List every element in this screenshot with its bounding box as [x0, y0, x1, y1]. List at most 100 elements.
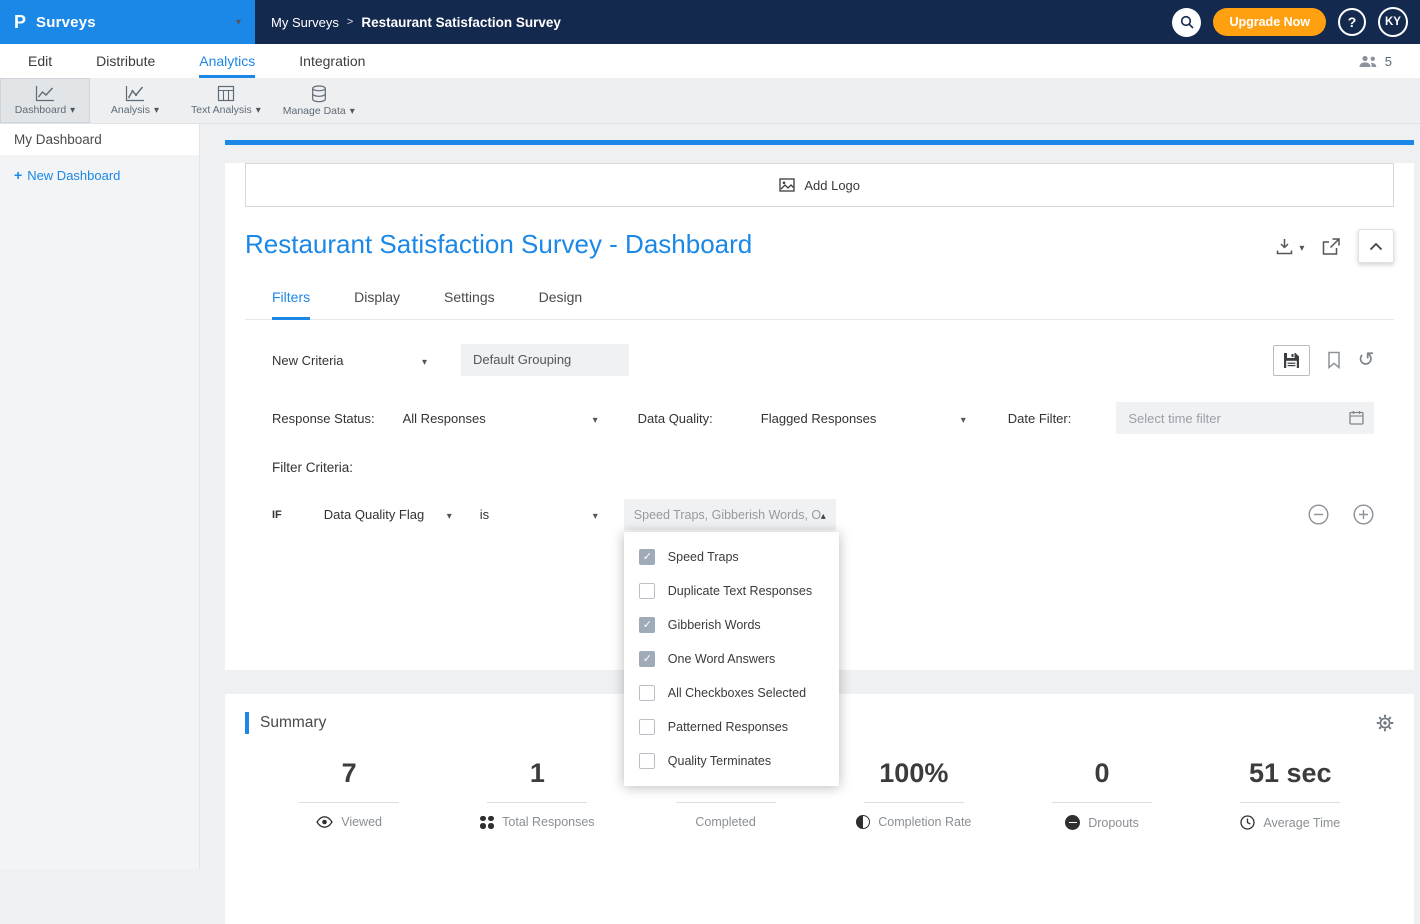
help-button[interactable]: ? — [1338, 8, 1366, 36]
condition-operator-select[interactable]: is — [480, 507, 598, 522]
completion-rate-icon — [856, 815, 870, 829]
nav-item-distribute[interactable]: Distribute — [96, 44, 155, 78]
collaborators[interactable]: 5 — [1358, 44, 1392, 78]
toolbar-item-text-analysis[interactable]: Text Analysis — [180, 78, 272, 123]
flag-option-speed-traps[interactable]: Speed Traps — [624, 540, 839, 574]
condition-operator-value: is — [480, 507, 489, 522]
brand-name: Surveys — [36, 14, 96, 31]
dashboard-tabs: Filters Display Settings Design — [245, 281, 1394, 320]
data-quality-select[interactable]: Flagged Responses — [761, 411, 966, 426]
stat-total-responses: 1 Total Responses — [443, 758, 631, 830]
criteria-row: New Criteria Default Grouping ↺ — [272, 344, 1374, 376]
chevron-down-icon — [422, 353, 427, 368]
question-mark-icon: ? — [1348, 14, 1357, 30]
chevron-down-icon — [593, 411, 598, 426]
upgrade-now-button[interactable]: Upgrade Now — [1213, 8, 1326, 36]
topbar-actions: Upgrade Now ? KY — [1172, 7, 1420, 37]
plus-circle-icon — [1353, 504, 1374, 525]
database-icon — [311, 85, 327, 103]
criteria-actions: ↺ — [1273, 345, 1375, 376]
checkbox[interactable] — [639, 617, 655, 633]
flag-option-gibberish-words[interactable]: Gibberish Words — [624, 608, 839, 642]
toolbar-item-label: Text Analysis — [191, 104, 252, 116]
breadcrumb: My Surveys > Restaurant Satisfaction Sur… — [271, 15, 561, 30]
nav-item-label: Analytics — [199, 53, 255, 69]
checkbox[interactable] — [639, 549, 655, 565]
condition-field-select[interactable]: Data Quality Flag — [324, 507, 452, 522]
tab-label: Display — [354, 289, 400, 305]
dashboard-sidebar: My Dashboard New Dashboard — [0, 124, 200, 869]
flag-option-duplicate-text[interactable]: Duplicate Text Responses — [624, 574, 839, 608]
stat-value: 100% — [820, 758, 1008, 789]
product-switcher[interactable]: P Surveys — [0, 0, 255, 44]
toolbar-item-analysis[interactable]: Analysis — [90, 78, 180, 123]
nav-item-analytics[interactable]: Analytics — [199, 44, 255, 78]
surveys-logo-icon: P — [14, 12, 26, 33]
flag-option-one-word-answers[interactable]: One Word Answers — [624, 642, 839, 676]
calendar-icon[interactable] — [1349, 410, 1364, 428]
condition-row-actions — [1308, 504, 1374, 525]
flag-option-quality-terminates[interactable]: Quality Terminates — [624, 744, 839, 778]
chevron-down-icon — [593, 507, 598, 522]
add-condition-button[interactable] — [1353, 504, 1374, 525]
stat-divider — [864, 802, 964, 803]
date-filter-input[interactable] — [1116, 402, 1374, 434]
share-button[interactable] — [1322, 238, 1340, 255]
stat-label: Average Time — [1263, 816, 1340, 830]
stat-completion-rate: 100% Completion Rate — [820, 758, 1008, 830]
reset-icon[interactable]: ↺ — [1358, 350, 1375, 370]
nav-item-label: Integration — [299, 53, 365, 69]
clock-icon — [1240, 815, 1255, 830]
stat-value: 7 — [255, 758, 443, 789]
avatar[interactable]: KY — [1378, 7, 1408, 37]
checkbox[interactable] — [639, 583, 655, 599]
stat-label: Completion Rate — [878, 815, 971, 829]
bookmark-icon — [1327, 351, 1341, 369]
download-button[interactable] — [1276, 238, 1304, 255]
checkbox[interactable] — [639, 651, 655, 667]
quality-flags-value: Speed Traps, Gibberish Words, On — [634, 508, 821, 522]
new-dashboard-button[interactable]: New Dashboard — [0, 167, 199, 183]
summary-settings-button[interactable] — [1376, 714, 1394, 732]
stat-dropouts: 0 Dropouts — [1008, 758, 1196, 830]
search-button[interactable] — [1172, 8, 1201, 37]
collapse-panel-button[interactable] — [1358, 229, 1394, 263]
filter-criteria-label: Filter Criteria: — [272, 460, 1374, 475]
remove-condition-button[interactable] — [1308, 504, 1329, 525]
tab-display[interactable]: Display — [354, 281, 400, 320]
nav-item-label: Edit — [28, 53, 52, 69]
stat-divider — [1052, 802, 1152, 803]
date-filter-field — [1116, 402, 1374, 434]
toolbar-item-manage-data[interactable]: Manage Data — [272, 78, 366, 123]
tab-filters[interactable]: Filters — [272, 281, 310, 320]
gear-icon — [1376, 714, 1394, 732]
flag-option-patterned-responses[interactable]: Patterned Responses — [624, 710, 839, 744]
add-logo-label: Add Logo — [804, 178, 860, 193]
checkbox[interactable] — [639, 719, 655, 735]
sidebar-item-my-dashboard[interactable]: My Dashboard — [0, 124, 199, 155]
checkbox[interactable] — [639, 685, 655, 701]
quality-flags-multiselect[interactable]: Speed Traps, Gibberish Words, On Speed T… — [624, 499, 836, 530]
tab-settings[interactable]: Settings — [444, 281, 495, 320]
breadcrumb-my-surveys[interactable]: My Surveys — [271, 15, 339, 30]
add-logo-button[interactable]: Add Logo — [245, 163, 1394, 207]
chevron-down-icon — [447, 507, 452, 522]
nav-item-edit[interactable]: Edit — [28, 44, 52, 78]
stat-label: Completed — [695, 815, 755, 829]
flag-option-all-checkboxes[interactable]: All Checkboxes Selected — [624, 676, 839, 710]
save-criteria-button[interactable] — [1273, 345, 1310, 376]
page-title: Restaurant Satisfaction Survey - Dashboa… — [245, 229, 752, 260]
toolbar-item-dashboard[interactable]: Dashboard — [0, 78, 90, 123]
stat-value: 1 — [443, 758, 631, 789]
filter-condition-row: IF Data Quality Flag is Speed Traps, Gib… — [272, 499, 1374, 530]
response-status-select[interactable]: All Responses — [403, 411, 598, 426]
tab-design[interactable]: Design — [539, 281, 583, 320]
grouping-input[interactable]: Default Grouping — [461, 344, 629, 376]
nav-item-integration[interactable]: Integration — [299, 44, 365, 78]
download-icon — [1276, 238, 1295, 255]
criteria-select[interactable]: New Criteria — [272, 353, 427, 368]
quality-flags-dropdown: Speed Traps Duplicate Text Responses Gib… — [624, 532, 839, 786]
chevron-down-icon — [350, 105, 355, 117]
bookmark-button[interactable] — [1327, 351, 1341, 369]
checkbox[interactable] — [639, 753, 655, 769]
